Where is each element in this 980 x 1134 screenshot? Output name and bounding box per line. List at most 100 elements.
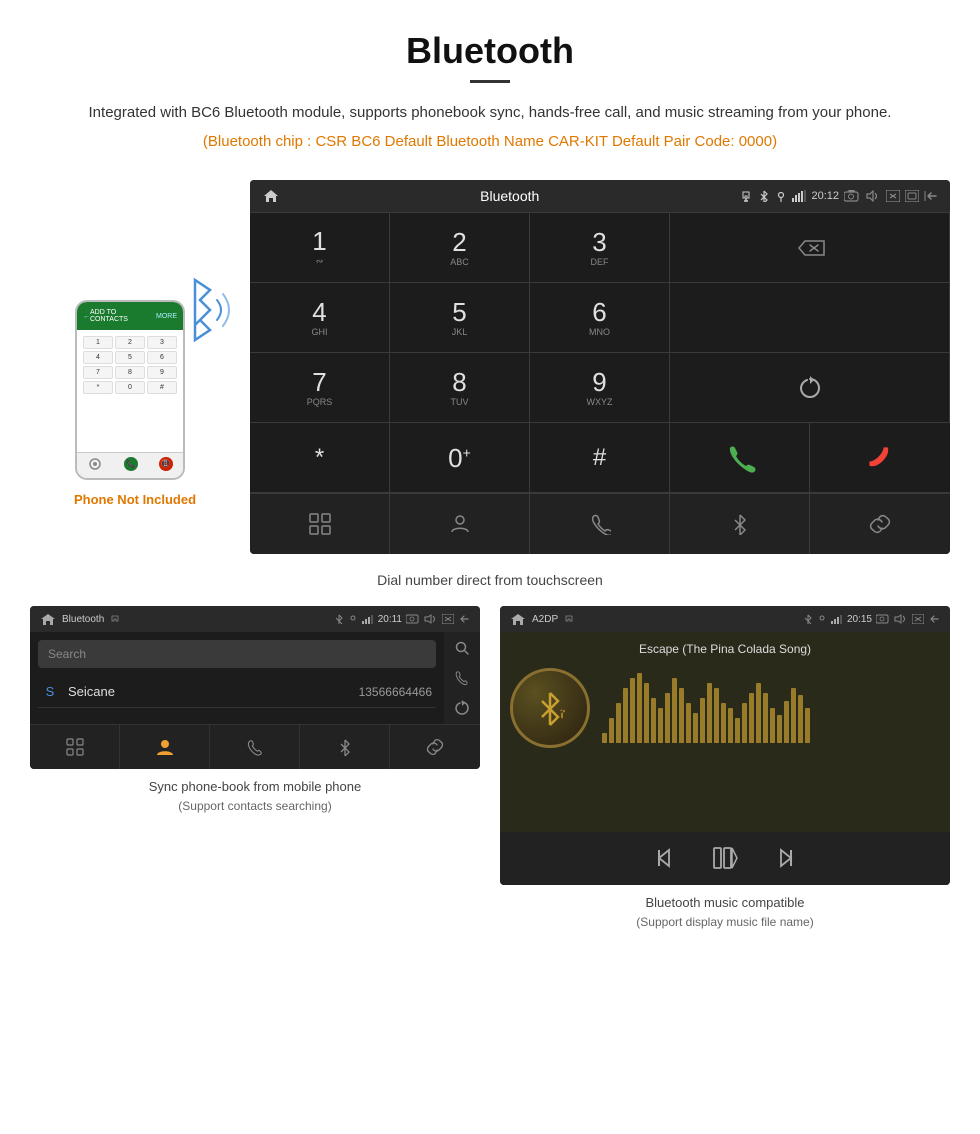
window-icon <box>905 190 919 202</box>
key-1[interactable]: 1 ∾ <box>250 213 390 283</box>
backspace-cell[interactable] <box>670 213 950 283</box>
page-description: Integrated with BC6 Bluetooth module, su… <box>60 101 920 125</box>
pb-link-button[interactable] <box>390 725 480 769</box>
backspace-icon <box>794 237 826 259</box>
camera-icon <box>87 456 103 472</box>
pb-link-icon <box>426 738 444 756</box>
phone-key-9: 9 <box>147 366 177 379</box>
music-close-icon <box>912 614 924 624</box>
statusbar-right: 20:12 <box>739 189 938 203</box>
phone-key-hash: # <box>147 381 177 394</box>
bluetooth-nav-button[interactable] <box>670 494 810 554</box>
visualizer-bar <box>672 678 677 743</box>
refresh-sidebar-icon <box>454 700 470 716</box>
visualizer-bar <box>707 683 712 743</box>
phone-key-8: 8 <box>115 366 145 379</box>
music-signal-icon <box>831 614 843 624</box>
fast-forward-button[interactable] <box>769 846 793 875</box>
pb-bluetooth-button[interactable] <box>300 725 390 769</box>
end-call-red-button[interactable] <box>810 423 950 493</box>
key-0[interactable]: 0+ <box>390 423 530 493</box>
back-icon <box>924 190 938 202</box>
pb-grid-button[interactable] <box>30 725 120 769</box>
music-screenshot-section: A2DP <box>500 606 950 931</box>
contacts-nav-button[interactable] <box>390 494 530 554</box>
rewind-button[interactable] <box>657 846 681 875</box>
music-home-icon <box>510 612 526 626</box>
visualizer-bar <box>679 688 684 743</box>
music-caption: Bluetooth music compatible (Support disp… <box>636 893 813 931</box>
title-divider <box>470 80 510 83</box>
phone-key-5: 5 <box>115 351 145 364</box>
link-nav-button[interactable] <box>810 494 950 554</box>
visualizer-bar <box>756 683 761 743</box>
pb-bt-status-icon <box>334 614 344 624</box>
visualizer-bar <box>791 688 796 743</box>
music-cam-icon <box>876 614 890 624</box>
phone-nav-button[interactable] <box>530 494 670 554</box>
visualizer-bar <box>609 718 614 743</box>
rewind-icon <box>657 846 681 870</box>
key-2[interactable]: 2 ABC <box>390 213 530 283</box>
key-7[interactable]: 7 PQRS <box>250 353 390 423</box>
pb-signal-icon <box>362 614 374 624</box>
key-5[interactable]: 5 JKL <box>390 283 530 353</box>
visualizer-bar <box>798 695 803 743</box>
visualizer-bar <box>777 715 782 743</box>
call-green-button[interactable] <box>670 423 810 493</box>
key-3[interactable]: 3 DEF <box>530 213 670 283</box>
visualizer-bar <box>784 701 789 743</box>
visualizer-bar <box>637 673 642 743</box>
visualizer-bar <box>693 713 698 743</box>
visualizer-bar <box>721 703 726 743</box>
contact-row[interactable]: S Seicane 13566664466 <box>38 676 436 708</box>
main-content: ← ADD TO CONTACTS MORE 1 2 3 4 5 6 7 <box>0 180 980 931</box>
play-pause-button[interactable] <box>711 844 739 877</box>
end-call-red-icon <box>864 442 896 474</box>
key-6[interactable]: 6 MNO <box>530 283 670 353</box>
visualizer-bar <box>700 698 705 743</box>
link-icon <box>869 513 891 535</box>
phone-bottom-bar: 📞 📵 <box>77 452 183 474</box>
search-bar[interactable]: Search <box>38 640 436 668</box>
pb-person-button[interactable] <box>120 725 210 769</box>
phone-key-6: 6 <box>147 351 177 364</box>
pb-statusbar-left: Bluetooth <box>40 612 120 626</box>
refresh-cell[interactable] <box>670 353 950 423</box>
visualizer-bar <box>749 693 754 743</box>
key-star[interactable]: * <box>250 423 390 493</box>
phone-key-0: 0 <box>115 381 145 394</box>
call-green-icon <box>724 442 756 474</box>
phone-key-1: 1 <box>83 336 113 349</box>
key-9[interactable]: 9 WXYZ <box>530 353 670 423</box>
dialpad-time: 20:12 <box>811 190 839 202</box>
phone-key-3: 3 <box>147 336 177 349</box>
key-8[interactable]: 8 TUV <box>390 353 530 423</box>
bluetooth-nav-icon <box>729 513 751 535</box>
pb-phone-button[interactable] <box>210 725 300 769</box>
music-album-art <box>510 668 590 748</box>
key-4[interactable]: 4 GHI <box>250 283 390 353</box>
dialpad-bottom-nav <box>250 493 950 554</box>
usb-icon <box>739 189 753 203</box>
page-title: Bluetooth <box>60 30 920 72</box>
music-caption-line2: (Support display music file name) <box>636 913 813 931</box>
pb-usb-icon <box>110 614 120 624</box>
home-icon <box>262 187 280 205</box>
phonebook-caption-line2: (Support contacts searching) <box>149 797 361 815</box>
pb-title: Bluetooth <box>62 614 104 625</box>
pb-time: 20:11 <box>378 614 402 625</box>
page-header: Bluetooth Integrated with BC6 Bluetooth … <box>0 0 980 180</box>
phone-key-7: 7 <box>83 366 113 379</box>
statusbar-left <box>262 187 280 205</box>
music-visualizer <box>602 673 940 743</box>
key-hash[interactable]: # <box>530 423 670 493</box>
grid-nav-button[interactable] <box>250 494 390 554</box>
page-specs: (Bluetooth chip : CSR BC6 Default Blueto… <box>60 133 920 150</box>
end-call-button: 📵 <box>159 457 173 471</box>
visualizer-bar <box>602 733 607 743</box>
pb-person-icon <box>155 737 175 757</box>
phone-body: ← ADD TO CONTACTS MORE 1 2 3 4 5 6 7 <box>75 300 185 480</box>
phone-key-4: 4 <box>83 351 113 364</box>
phone-key-star: * <box>83 381 113 394</box>
